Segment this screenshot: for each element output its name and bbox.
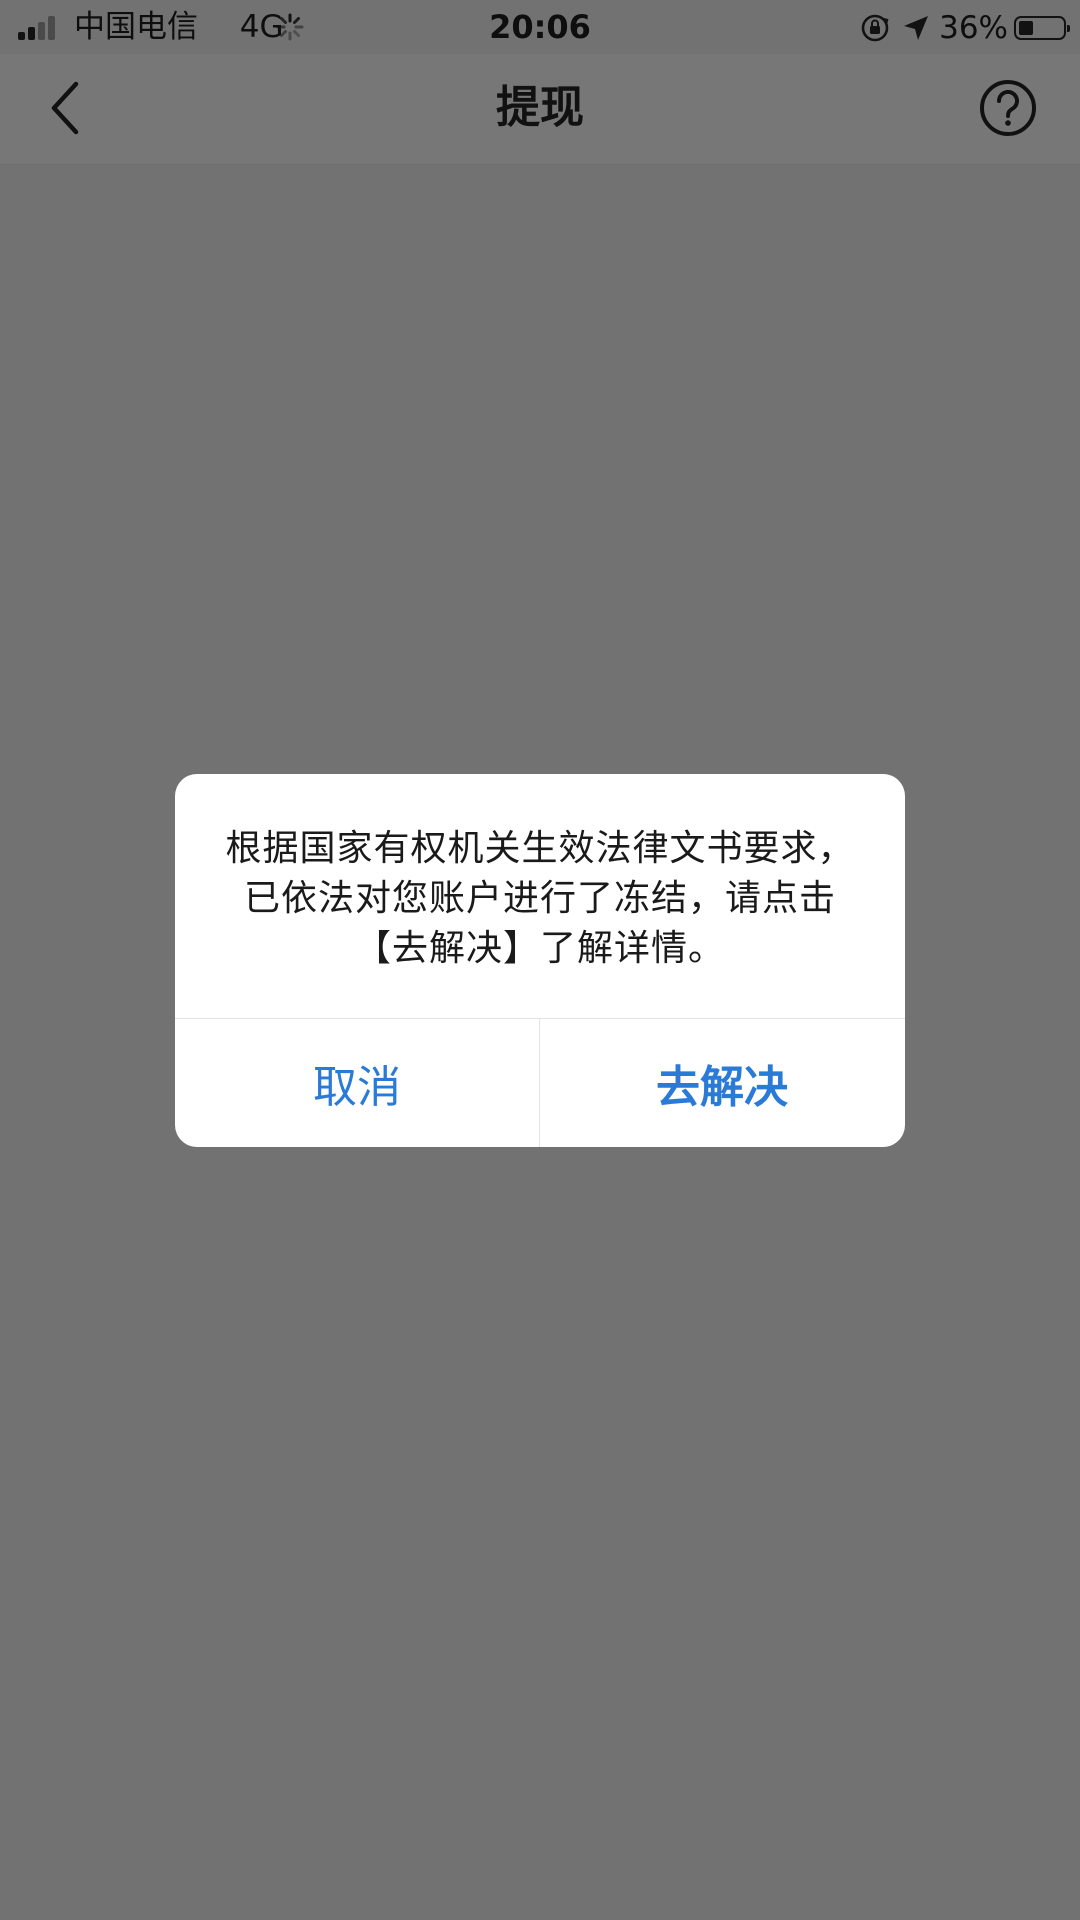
cancel-button[interactable]: 取消 — [175, 1019, 539, 1147]
dialog-message: 根据国家有权机关生效法律文书要求，已依法对您账户进行了冻结，请点击【去解决】了解… — [225, 828, 855, 969]
navigation-bar: 提现 — [0, 54, 1080, 165]
status-bar: 中国电信 4G 20:06 36% — [0, 0, 1080, 54]
battery-icon — [1014, 16, 1070, 40]
location-arrow-icon — [904, 16, 929, 40]
orientation-lock-icon — [861, 14, 889, 42]
status-right-group: 36% — [859, 10, 1070, 46]
battery-percent: 36% — [939, 10, 1008, 46]
question-circle-icon — [980, 80, 1036, 136]
help-button[interactable] — [978, 78, 1038, 138]
page-title: 提现 — [496, 82, 584, 133]
resolve-button[interactable]: 去解决 — [540, 1019, 904, 1147]
account-frozen-dialog: 根据国家有权机关生效法律文书要求，已依法对您账户进行了冻结，请点击【去解决】了解… — [175, 774, 905, 1147]
